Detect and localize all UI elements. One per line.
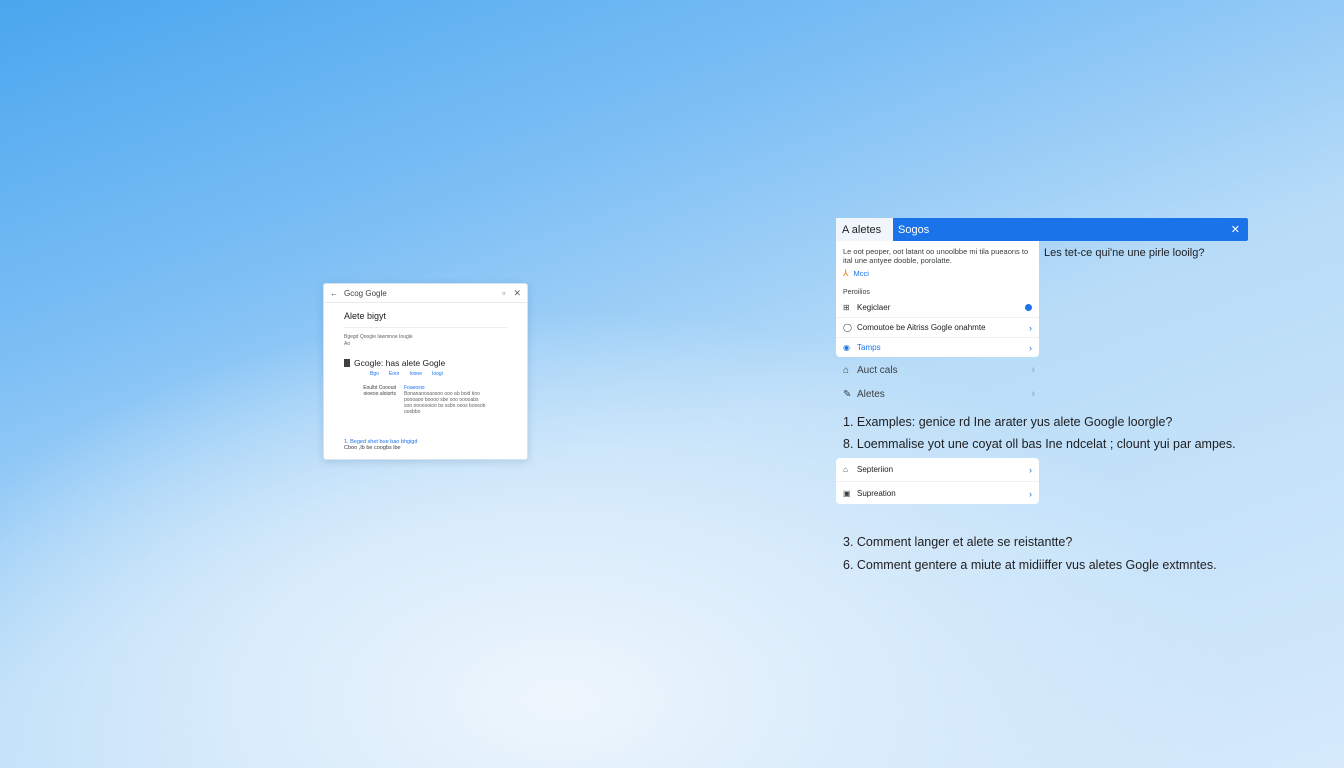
list-item-label: Kegiclaer xyxy=(857,303,891,312)
question-text: 3. Comment langer et alete se reistantte… xyxy=(843,535,1073,549)
list-item-label: Supreation xyxy=(857,489,896,498)
list-item-label: Auct cals xyxy=(857,364,898,376)
person-icon: ⅄ xyxy=(843,268,849,278)
chevron-right-icon: › xyxy=(1031,364,1035,376)
actions-card: ⌂ Septeriion › ▣ Supreation › xyxy=(836,458,1039,504)
close-icon[interactable]: ✕ xyxy=(1231,223,1240,236)
mini-small-line: Bgegd Qoogle Iawmnoe Iougle xyxy=(344,334,413,340)
arrow-left-icon[interactable]: ← xyxy=(330,289,338,298)
mini-link[interactable]: Ioogi xyxy=(432,371,443,377)
square-icon: ▣ xyxy=(843,489,851,498)
list-item[interactable]: ⌂ Septeriion › xyxy=(836,458,1039,482)
alerts-card: Le oot peoper, oot latant oo unoolbbe mi… xyxy=(836,241,1039,357)
chevron-right-icon: › xyxy=(1029,488,1032,499)
grid-icon: ⊞ xyxy=(843,303,850,312)
home-icon: ⌂ xyxy=(843,465,848,474)
mini-small-line: Ao xyxy=(344,341,351,347)
mini-link[interactable]: Bgo xyxy=(370,371,379,377)
panel-header-title: Sogos xyxy=(898,223,930,236)
mini-link[interactable]: Ioone xyxy=(409,371,422,377)
mini-window: ← Gcog Gogle ▫ ✕ Alete bigyt Bgegd Qoogl… xyxy=(323,283,528,460)
close-icon[interactable]: ✕ xyxy=(513,288,521,299)
mini-footer-text: Cboo ,Ib be coogbs ibe xyxy=(344,445,401,451)
question-text: 8. Loemmalise yot une coyat oll bas Ine … xyxy=(843,437,1236,451)
list-item-label: Septeriion xyxy=(857,465,894,474)
building-icon: ⌂ xyxy=(843,364,850,376)
divider xyxy=(344,327,507,328)
alerts-panel-header: A aletes Sogos ✕ xyxy=(836,218,1248,241)
list-item[interactable]: ◉ Tamps › xyxy=(836,338,1039,357)
question-text: 6. Comment gentere a miute at midiiffer … xyxy=(843,558,1217,572)
list-item-label: Aletes xyxy=(857,388,885,400)
status-dot xyxy=(1025,304,1032,311)
chevron-right-icon: › xyxy=(1029,342,1032,353)
mini-table-label: oioeoo aloiorts xyxy=(363,391,396,397)
mini-window-title: Gcog Gogle xyxy=(344,288,387,298)
tag-icon: ◉ xyxy=(843,343,850,352)
list-item[interactable]: ⊞ Kegiclaer xyxy=(836,298,1039,318)
list-item[interactable]: ◯ Comoutoe be Aitriss Gogle onahmte › xyxy=(836,318,1039,338)
chevron-right-icon: › xyxy=(1029,464,1032,475)
accent-link[interactable]: ⅄ Mcci xyxy=(836,265,1039,282)
mini-title-bar: ← Gcog Gogle ▫ ✕ xyxy=(324,284,527,303)
chevron-right-icon: › xyxy=(1031,388,1035,400)
accent-label: Mcci xyxy=(853,269,869,278)
list-item-label: Tamps xyxy=(857,343,881,352)
tab-alerts[interactable]: A aletes xyxy=(836,218,893,241)
card-subheading: Peroilios xyxy=(843,289,870,296)
mini-table: Eoulbt Cooouit oioeoo aloiorts Foaeosio … xyxy=(344,385,507,415)
circle-icon: ◯ xyxy=(843,323,852,332)
card-description: Le oot peoper, oot latant oo unoolbbe mi… xyxy=(843,247,1029,265)
mini-section-title: Gcogle: has alete Gogle xyxy=(344,358,507,368)
mini-links: Bgo Eoor Ioone Ioogi xyxy=(344,371,507,377)
question-text: 1. Examples: genice rd Ine arater yus al… xyxy=(843,415,1173,429)
mini-table-text: oosbbo xyxy=(404,409,421,415)
chevron-right-icon: › xyxy=(1029,322,1032,333)
edit-icon: ✎ xyxy=(843,388,852,400)
mini-link[interactable]: Eoor xyxy=(389,371,400,377)
list-item[interactable]: ▣ Supreation › xyxy=(836,482,1039,505)
list-item[interactable]: ✎ Aletes › xyxy=(843,386,1035,402)
list-item[interactable]: ⌂ Auct cals › xyxy=(843,362,1035,378)
side-question: Les tet-ce qui'ne une pirle looilg? xyxy=(1044,247,1205,259)
document-icon xyxy=(344,359,350,367)
maximize-icon[interactable]: ▫ xyxy=(502,288,505,298)
list-item-label: Comoutoe be Aitriss Gogle onahmte xyxy=(857,323,986,332)
mini-heading: Alete bigyt xyxy=(344,311,387,321)
mini-section-label: Gcogle: has alete Gogle xyxy=(354,358,446,368)
